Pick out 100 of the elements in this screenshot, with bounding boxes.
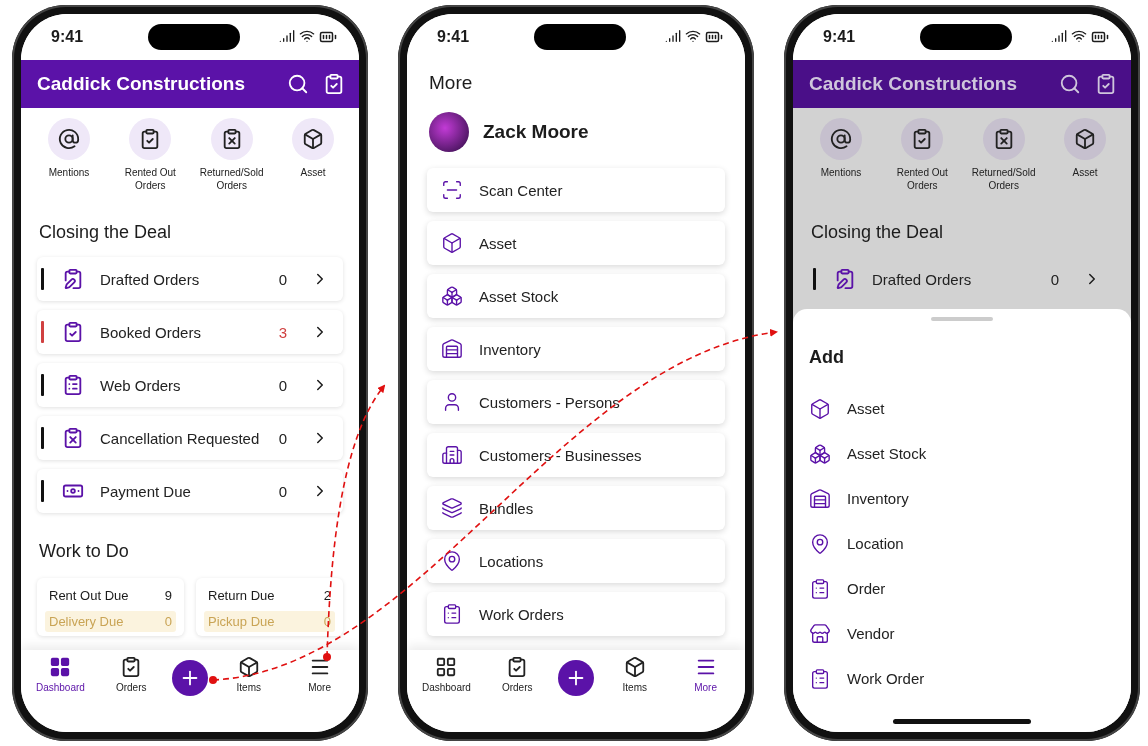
- tab[interactable]: More: [675, 656, 736, 693]
- row-label: Payment Due: [100, 482, 192, 500]
- row-count: 0: [278, 376, 287, 394]
- cube-icon: [809, 397, 831, 420]
- tab[interactable]: Items: [218, 656, 279, 693]
- card-count: 9: [164, 588, 172, 603]
- quick-link[interactable]: Rented Out Orders: [884, 118, 961, 192]
- quick-link[interactable]: Rented Out Orders: [112, 118, 189, 192]
- app-title: Caddick Constructions: [809, 73, 1018, 95]
- warehouse-icon: [441, 338, 463, 360]
- clipboard-button[interactable]: [1095, 73, 1117, 95]
- menu-item[interactable]: Customers - Persons: [427, 380, 725, 424]
- tab[interactable]: More: [289, 656, 350, 693]
- menu-item[interactable]: Customers - Businesses: [427, 433, 725, 477]
- cubes-icon: [809, 442, 831, 465]
- add-button[interactable]: [558, 660, 594, 696]
- row-label: Cancellation Requested: [100, 429, 261, 447]
- map-pin-icon: [809, 532, 831, 555]
- quick-link[interactable]: Mentions: [31, 118, 107, 192]
- search-icon: [287, 73, 309, 95]
- scan-icon: [441, 179, 463, 201]
- warehouse-icon: [809, 487, 831, 510]
- clipboard-button[interactable]: [323, 73, 345, 95]
- due-count: 0: [323, 614, 331, 629]
- order-row[interactable]: Drafted Orders 0: [37, 257, 343, 301]
- clipboard-icon: [62, 321, 84, 343]
- sheet-item[interactable]: Work Order: [793, 656, 1131, 701]
- work-card[interactable]: Rent Out Due 9 Delivery Due 0: [37, 578, 184, 636]
- order-row[interactable]: Cancellation Requested 0: [37, 416, 343, 460]
- quick-link[interactable]: Asset: [275, 118, 351, 192]
- at-icon: [830, 128, 852, 150]
- cubes-icon: [441, 285, 463, 307]
- clipboard-icon: [323, 73, 345, 95]
- quick-link[interactable]: Returned/Sold Orders: [965, 118, 1042, 192]
- signal-icon: [1051, 28, 1067, 44]
- section-title: Closing the Deal: [810, 222, 945, 243]
- cube-icon: [1074, 128, 1096, 150]
- sheet-item[interactable]: Location: [793, 521, 1131, 566]
- app-title: Caddick Constructions: [37, 73, 246, 95]
- signal-icon: [665, 28, 681, 44]
- profile-name: Zack Moore: [483, 121, 589, 143]
- status-time: 9:41: [437, 28, 471, 46]
- clipboard-icon: [441, 603, 463, 625]
- row-count: 0: [278, 482, 287, 500]
- clipboard-pen-icon: [834, 268, 856, 290]
- order-row[interactable]: Web Orders 0: [37, 363, 343, 407]
- menu-item[interactable]: Asset: [427, 221, 725, 265]
- sheet-item[interactable]: Inventory: [793, 476, 1131, 521]
- layers-icon: [441, 497, 463, 519]
- order-row[interactable]: Payment Due 0: [37, 469, 343, 513]
- row-label: Booked Orders: [100, 323, 202, 341]
- quick-link[interactable]: Mentions: [803, 118, 879, 192]
- sheet-item[interactable]: Order: [793, 566, 1131, 611]
- menu-item[interactable]: Bundles: [427, 486, 725, 530]
- add-button[interactable]: [172, 660, 208, 696]
- section-title: Closing the Deal: [38, 222, 173, 243]
- menu-item[interactable]: Scan Center: [427, 168, 725, 212]
- avatar: [429, 112, 469, 152]
- row-label: Drafted Orders: [100, 270, 201, 288]
- menu-item[interactable]: Asset Stock: [427, 274, 725, 318]
- card-label: Return Due: [208, 588, 275, 603]
- status-time: 9:41: [823, 28, 857, 46]
- tab[interactable]: Dashboard: [30, 656, 91, 693]
- search-button[interactable]: [287, 73, 309, 95]
- row-count: 0: [278, 429, 287, 447]
- card-label: Rent Out Due: [49, 588, 129, 603]
- tab[interactable]: Items: [604, 656, 665, 693]
- section-title: Work to Do: [38, 541, 130, 562]
- at-icon: [58, 128, 80, 150]
- due-count: 0: [164, 614, 172, 629]
- sheet-item[interactable]: Asset Stock: [793, 431, 1131, 476]
- sheet-handle[interactable]: [931, 317, 993, 321]
- quick-link[interactable]: Asset: [1047, 118, 1123, 192]
- order-row[interactable]: Booked Orders 3: [37, 310, 343, 354]
- signal-icon: [279, 28, 295, 44]
- row-count: 0: [278, 270, 287, 288]
- clipboard-icon: [62, 374, 84, 396]
- wifi-icon: [685, 28, 701, 44]
- wifi-icon: [299, 28, 315, 44]
- work-card[interactable]: Return Due 2 Pickup Due 0: [196, 578, 343, 636]
- status-time: 9:41: [51, 28, 85, 46]
- row-count: 0: [1050, 270, 1059, 288]
- grid-icon: [435, 656, 458, 678]
- cube-icon: [441, 232, 463, 254]
- menu-item[interactable]: Locations: [427, 539, 725, 583]
- sheet-item[interactable]: Asset: [793, 386, 1131, 431]
- tab[interactable]: Orders: [101, 656, 162, 693]
- menu-item[interactable]: Inventory: [427, 327, 725, 371]
- row-count: 3: [278, 323, 287, 341]
- tab[interactable]: Dashboard: [416, 656, 477, 693]
- card-count: 2: [323, 588, 331, 603]
- menu-item[interactable]: Work Orders: [427, 592, 725, 636]
- grid-icon: [49, 656, 72, 678]
- sheet-title: Add: [808, 347, 845, 368]
- quick-link[interactable]: Returned/Sold Orders: [193, 118, 270, 192]
- tab[interactable]: Orders: [487, 656, 548, 693]
- sheet-item[interactable]: Vendor: [793, 611, 1131, 656]
- search-button[interactable]: [1059, 73, 1081, 95]
- store-icon: [809, 622, 831, 645]
- cube-icon: [302, 128, 324, 150]
